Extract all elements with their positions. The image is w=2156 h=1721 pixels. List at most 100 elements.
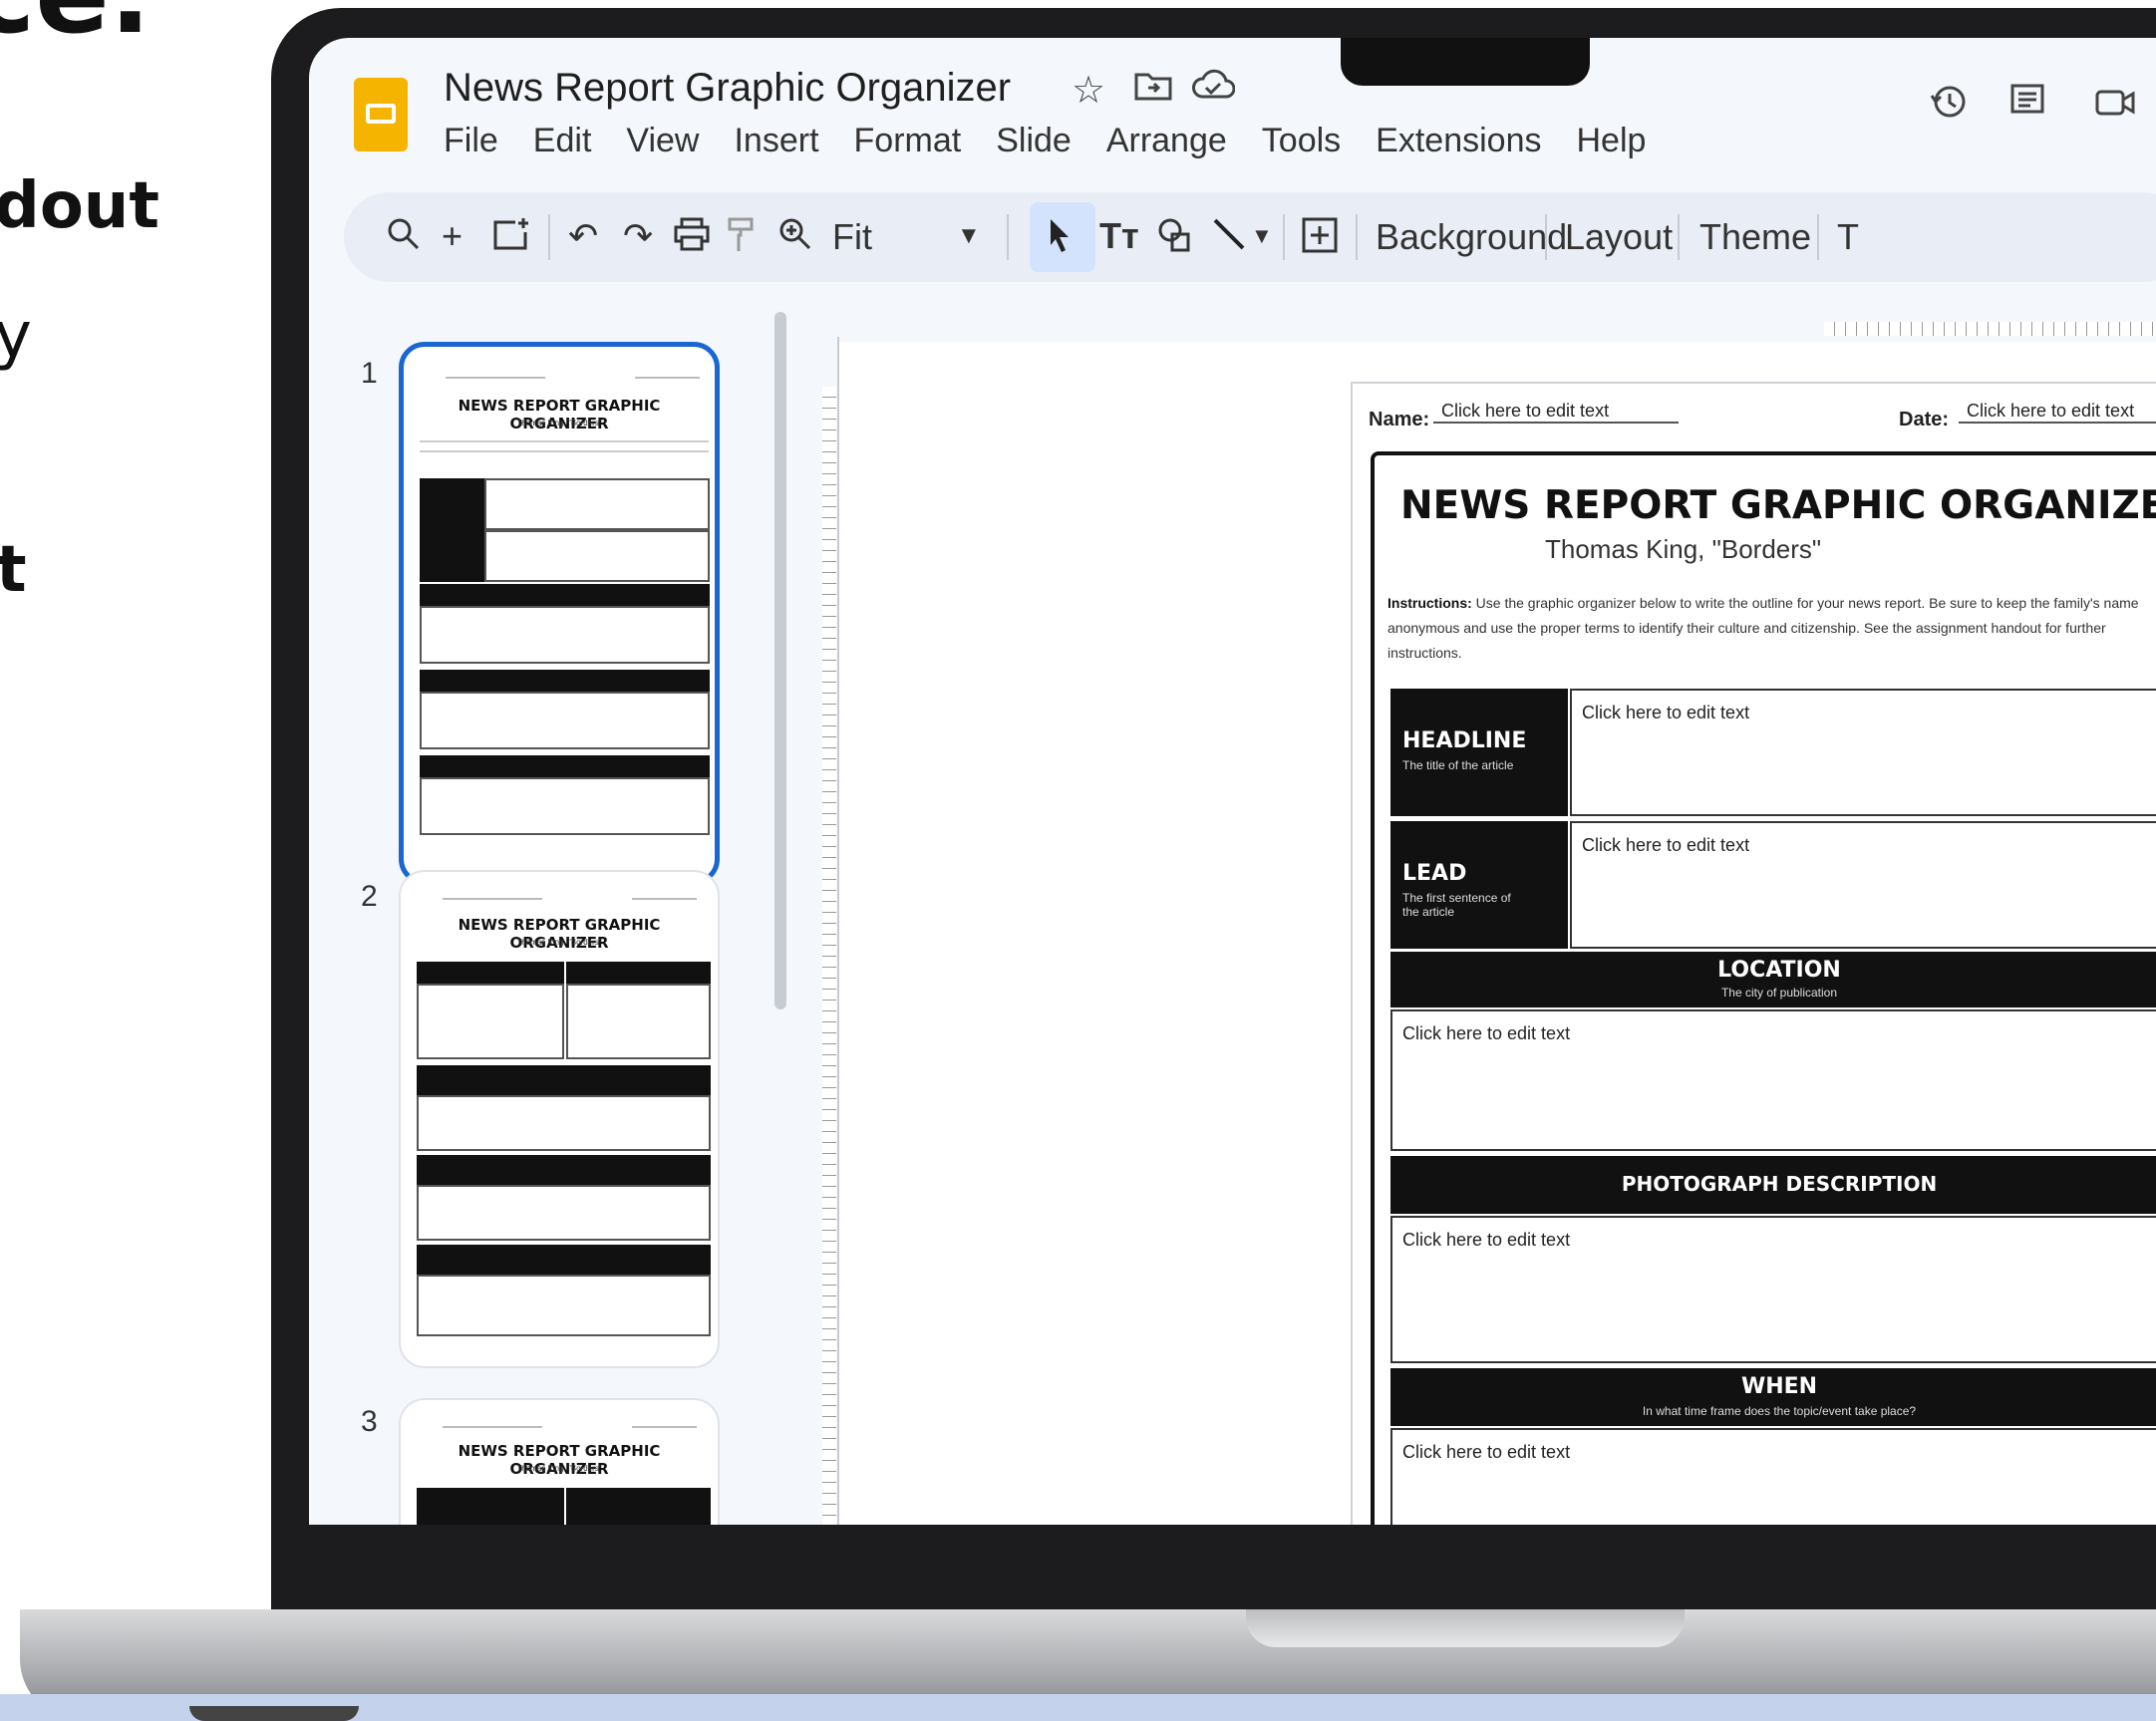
slide-thumbnail-2[interactable]: NEWS REPORT GRAPHIC ORGANIZER Thomas Kin… <box>399 870 720 1368</box>
toolbar-separator <box>1545 214 1547 260</box>
location-bar: LOCATION The city of publication <box>1390 952 2156 1007</box>
instructions: Instructions: Use the graphic organizer … <box>1387 591 2156 666</box>
lead-block: LEAD The first sentence of the article <box>1390 821 1568 949</box>
location-input[interactable]: Click here to edit text <box>1390 1009 2156 1151</box>
redo-icon[interactable]: ↷ <box>623 216 653 256</box>
thumb-name-line <box>443 1426 542 1428</box>
layout-button[interactable]: Layout <box>1565 216 1673 258</box>
thumb-headline-block <box>420 478 484 530</box>
new-slide-layout-icon[interactable] <box>491 216 531 260</box>
comments-icon[interactable] <box>2008 82 2046 131</box>
date-label: Date: <box>1899 409 1950 430</box>
thumb-location-bar <box>420 584 710 606</box>
lead-hint: The first sentence of the article <box>1402 891 1511 919</box>
photo-label: PHOTOGRAPH DESCRIPTION <box>1621 1172 1938 1196</box>
shape-icon[interactable] <box>1156 216 1194 262</box>
headline-hint: The title of the article <box>1402 758 1514 772</box>
filmstrip-scrollbar[interactable] <box>774 312 786 1009</box>
when-bar: WHEN In what time frame does the topic/e… <box>1390 1368 2156 1426</box>
headline-input[interactable]: Click here to edit text <box>1570 689 2156 816</box>
thumb-where-box <box>417 1095 711 1151</box>
horizontal-ruler <box>1824 322 2156 336</box>
theme-button[interactable]: Theme <box>1699 216 1811 258</box>
menu-format[interactable]: Format <box>854 122 962 160</box>
history-icon[interactable] <box>1929 82 1969 131</box>
star-icon[interactable]: ☆ <box>1072 68 1105 113</box>
when-hint: In what time frame does the topic/event … <box>1642 1404 1917 1418</box>
thumb-subtitle: Thomas King, "Borders" <box>516 1464 602 1473</box>
thumb-location-box <box>420 606 710 664</box>
headline-block: HEADLINE The title of the article <box>1390 689 1568 816</box>
menu-help[interactable]: Help <box>1577 122 1647 160</box>
thumb-quote2-bar <box>417 1245 711 1275</box>
text-box-icon[interactable]: Tт <box>1099 216 1139 256</box>
thumb-quote-bar <box>417 1155 711 1185</box>
camera-notch <box>1341 38 1590 86</box>
name-field[interactable]: Click here to edit text <box>1433 401 1679 424</box>
toolbar-separator <box>1356 214 1358 260</box>
line-chevron-icon[interactable]: ▼ <box>1251 216 1273 256</box>
zoom-level[interactable]: Fit <box>832 216 872 258</box>
menu-bar: File Edit View Insert Format Slide Arran… <box>444 122 1681 160</box>
menu-file[interactable]: File <box>444 122 498 160</box>
thumb-how-bar <box>566 1488 711 1525</box>
name-label: Name: <box>1369 409 1430 430</box>
thumb-quote-box <box>417 1185 711 1241</box>
comment-add-icon[interactable] <box>1301 216 1339 262</box>
slide-thumbnail-1[interactable]: NEWS REPORT GRAPHIC ORGANIZER Thomas Kin… <box>399 342 720 885</box>
menu-tools[interactable]: Tools <box>1262 122 1341 160</box>
lead-input[interactable]: Click here to edit text <box>1570 821 2156 949</box>
thumb-subtitle: Thomas King, "Borders" <box>516 419 602 428</box>
slide-thumbnail-3[interactable]: NEWS REPORT GRAPHIC ORGANIZER Thomas Kin… <box>399 1398 720 1525</box>
thumb-date-line <box>632 1426 697 1428</box>
thumb-quote2-box <box>417 1275 711 1336</box>
thumb-what-bar <box>566 962 711 984</box>
document-title[interactable]: News Report Graphic Organizer <box>444 66 1011 111</box>
select-cursor-icon[interactable] <box>1045 216 1075 262</box>
headline-label: HEADLINE <box>1402 728 1527 753</box>
marketing-line-2: dout <box>0 169 159 243</box>
chevron-down-icon[interactable]: ▼ <box>957 216 981 256</box>
marketing-line-4: t <box>0 533 27 607</box>
when-input[interactable]: Click here to edit text <box>1390 1428 2156 1525</box>
menu-insert[interactable]: Insert <box>734 122 818 160</box>
menu-arrange[interactable]: Arrange <box>1106 122 1227 160</box>
toolbar-separator <box>1817 214 1819 260</box>
lead-value: Click here to edit text <box>1582 835 1750 855</box>
date-field[interactable]: Click here to edit text <box>1959 401 2156 424</box>
menu-edit[interactable]: Edit <box>533 122 592 160</box>
transition-button[interactable]: T <box>1837 216 1859 258</box>
photo-input[interactable]: Click here to edit text <box>1390 1216 2156 1363</box>
organizer-subtitle: Thomas King, "Borders" <box>1545 534 1822 564</box>
camera-icon[interactable] <box>2093 82 2143 131</box>
when-value: Click here to edit text <box>1402 1442 1571 1462</box>
search-icon[interactable] <box>386 216 422 260</box>
cloud-status-icon[interactable] <box>1191 68 1236 111</box>
toolbar-separator <box>1678 214 1680 260</box>
new-slide-icon[interactable]: + <box>442 216 462 256</box>
slide-number: 2 <box>361 880 378 913</box>
thumb-lead-block <box>420 530 484 582</box>
menu-slide[interactable]: Slide <box>996 122 1072 160</box>
background-button[interactable]: Background <box>1376 216 1567 258</box>
thumb-instructions <box>420 450 709 452</box>
organizer-title: NEWS REPORT GRAPHIC ORGANIZER <box>1400 483 2156 528</box>
move-folder-icon[interactable] <box>1134 68 1172 111</box>
thumb-photo-bar <box>420 670 710 692</box>
thumb-name-line <box>443 898 542 900</box>
zoom-icon[interactable] <box>777 216 813 260</box>
location-label: LOCATION <box>1717 958 1841 983</box>
menu-view[interactable]: View <box>626 122 699 160</box>
thumb-why-bar <box>417 1488 564 1525</box>
instructions-label: Instructions: <box>1387 595 1472 611</box>
app-screen: News Report Graphic Organizer ☆ File Edi… <box>309 38 2156 1525</box>
slides-logo-icon[interactable] <box>354 78 408 151</box>
line-icon[interactable] <box>1211 216 1247 260</box>
undo-icon[interactable]: ↶ <box>568 216 598 256</box>
when-label: WHEN <box>1740 1374 1818 1399</box>
paint-format-icon[interactable] <box>727 216 757 262</box>
menu-extensions[interactable]: Extensions <box>1376 122 1541 160</box>
thumb-name-line <box>446 377 545 379</box>
print-icon[interactable] <box>673 216 711 260</box>
slide-number: 1 <box>361 357 378 390</box>
